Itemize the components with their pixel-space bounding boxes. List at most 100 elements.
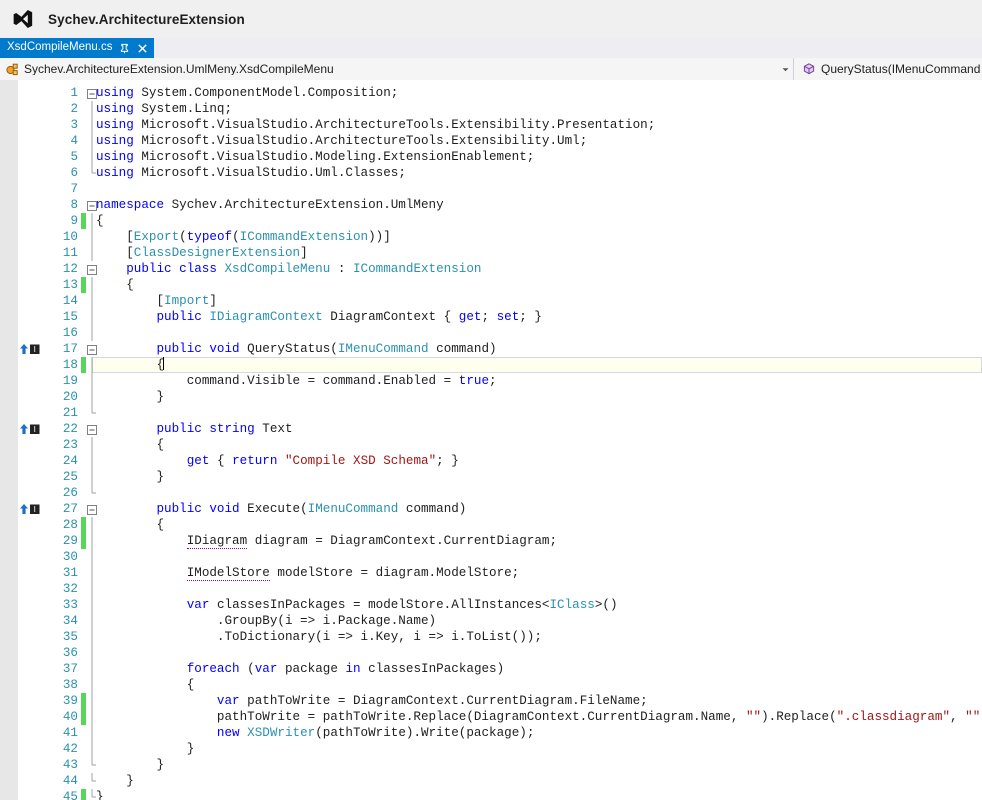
code-line[interactable]: 12 public class XsdCompileMenu : IComman…	[0, 261, 982, 277]
code-text: using Microsoft.VisualStudio.Modeling.Ex…	[96, 149, 534, 165]
code-text	[96, 325, 156, 341]
code-line[interactable]: 42 }	[0, 741, 982, 757]
code-line[interactable]: 31 IModelStore modelStore = diagram.Mode…	[0, 565, 982, 581]
code-line[interactable]: 6using Microsoft.VisualStudio.Uml.Classe…	[0, 165, 982, 181]
line-number: 14	[46, 293, 78, 309]
code-line[interactable]: 40 pathToWrite = pathToWrite.Replace(Dia…	[0, 709, 982, 725]
code-line[interactable]: 35 .ToDictionary(i => i.Key, i => i.ToLi…	[0, 629, 982, 645]
code-text: public class XsdCompileMenu : ICommandEx…	[96, 261, 481, 277]
code-line[interactable]: 13 {	[0, 277, 982, 293]
line-number: 33	[46, 597, 78, 613]
current-line-highlight	[92, 357, 982, 373]
code-line[interactable]: 44 }	[0, 773, 982, 789]
editor-tab-xsdcompilemenu[interactable]: XsdCompileMenu.cs	[0, 38, 154, 58]
code-text: }	[96, 757, 164, 773]
code-text: using System.Linq;	[96, 101, 232, 117]
code-line[interactable]: 28 {	[0, 517, 982, 533]
code-line[interactable]: 18 {	[0, 357, 982, 373]
member-dropdown[interactable]: QueryStatus(IMenuCommand com	[793, 58, 982, 80]
line-number: 23	[46, 437, 78, 453]
code-line[interactable]: I27 public void Execute(IMenuCommand com…	[0, 501, 982, 517]
code-text: public string Text	[96, 421, 293, 437]
code-text	[96, 645, 187, 661]
code-text: }	[96, 469, 164, 485]
code-line[interactable]: 25 }	[0, 469, 982, 485]
code-line[interactable]: 36	[0, 645, 982, 661]
code-line[interactable]: 19 command.Visible = command.Enabled = t…	[0, 373, 982, 389]
line-number: 45	[46, 789, 78, 800]
line-number: 25	[46, 469, 78, 485]
code-line[interactable]: 29 IDiagram diagram = DiagramContext.Cur…	[0, 533, 982, 549]
code-text: command.Visible = command.Enabled = true…	[96, 373, 497, 389]
code-text: pathToWrite = pathToWrite.Replace(Diagra…	[96, 709, 982, 725]
method-icon	[802, 62, 816, 76]
code-line[interactable]: 8namespace Sychev.ArchitectureExtension.…	[0, 197, 982, 213]
line-number: 16	[46, 325, 78, 341]
code-line[interactable]: 39 var pathToWrite = DiagramContext.Curr…	[0, 693, 982, 709]
line-number: 6	[46, 165, 78, 181]
code-line[interactable]: 9{	[0, 213, 982, 229]
code-text: }	[96, 773, 134, 789]
code-line[interactable]: 34 .GroupBy(i => i.Package.Name)	[0, 613, 982, 629]
code-text: namespace Sychev.ArchitectureExtension.U…	[96, 197, 444, 213]
code-text: {	[96, 357, 163, 373]
implements-icon[interactable]: I	[18, 422, 46, 436]
line-number: 17	[46, 341, 78, 357]
close-icon[interactable]	[137, 43, 148, 54]
code-text	[96, 549, 187, 565]
chevron-down-icon[interactable]	[780, 64, 791, 75]
code-line[interactable]: 15 public IDiagramContext DiagramContext…	[0, 309, 982, 325]
line-number: 24	[46, 453, 78, 469]
code-line[interactable]: 30	[0, 549, 982, 565]
svg-text:I: I	[34, 345, 36, 354]
code-line[interactable]: 21	[0, 405, 982, 421]
code-line[interactable]: 11 [ClassDesignerExtension]	[0, 245, 982, 261]
code-text: .GroupBy(i => i.Package.Name)	[96, 613, 436, 629]
code-line[interactable]: 4using Microsoft.VisualStudio.Architectu…	[0, 133, 982, 149]
code-text: .ToDictionary(i => i.Key, i => i.ToList(…	[96, 629, 542, 645]
code-line[interactable]: 45}	[0, 789, 982, 800]
code-line[interactable]: 33 var classesInPackages = modelStore.Al…	[0, 597, 982, 613]
code-line[interactable]: 20 }	[0, 389, 982, 405]
code-editor[interactable]: 1using System.ComponentModel.Composition…	[0, 80, 982, 800]
code-line[interactable]: 41 new XSDWriter(pathToWrite).Write(pack…	[0, 725, 982, 741]
code-line[interactable]: 24 get { return "Compile XSD Schema"; }	[0, 453, 982, 469]
code-line[interactable]: 10 [Export(typeof(ICommandExtension))]	[0, 229, 982, 245]
svg-text:I: I	[34, 425, 36, 434]
code-line[interactable]: I22 public string Text	[0, 421, 982, 437]
text-caret	[163, 357, 164, 370]
line-number: 28	[46, 517, 78, 533]
line-number: 2	[46, 101, 78, 117]
line-number: 19	[46, 373, 78, 389]
title-bar: Sychev.ArchitectureExtension	[0, 0, 982, 38]
code-line[interactable]: 1using System.ComponentModel.Composition…	[0, 85, 982, 101]
line-number: 1	[46, 85, 78, 101]
code-line[interactable]: 14 [Import]	[0, 293, 982, 309]
code-line[interactable]: 23 {	[0, 437, 982, 453]
code-line[interactable]: 37 foreach (var package in classesInPack…	[0, 661, 982, 677]
code-line[interactable]: I17 public void QueryStatus(IMenuCommand…	[0, 341, 982, 357]
code-line[interactable]: 5using Microsoft.VisualStudio.Modeling.E…	[0, 149, 982, 165]
implements-icon[interactable]: I	[18, 342, 46, 356]
code-line[interactable]: 2 using System.Linq;	[0, 101, 982, 117]
line-number: 37	[46, 661, 78, 677]
code-text: {	[96, 677, 194, 693]
line-number: 15	[46, 309, 78, 325]
member-dropdown-value: QueryStatus(IMenuCommand com	[821, 63, 982, 75]
code-line[interactable]: 32	[0, 581, 982, 597]
code-text	[96, 485, 156, 501]
line-number: 13	[46, 277, 78, 293]
code-text: new XSDWriter(pathToWrite).Write(package…	[96, 725, 534, 741]
line-number: 32	[46, 581, 78, 597]
implements-icon[interactable]: I	[18, 502, 46, 516]
code-line[interactable]: 43 }	[0, 757, 982, 773]
code-line[interactable]: 38 {	[0, 677, 982, 693]
pin-icon[interactable]	[119, 43, 130, 54]
code-line[interactable]: 7	[0, 181, 982, 197]
code-line[interactable]: 26	[0, 485, 982, 501]
code-line[interactable]: 3using Microsoft.VisualStudio.Architectu…	[0, 117, 982, 133]
code-line[interactable]: 16	[0, 325, 982, 341]
code-text: {	[96, 437, 164, 453]
line-number: 30	[46, 549, 78, 565]
type-dropdown[interactable]: Sychev.ArchitectureExtension.UmlMeny.Xsd…	[0, 58, 793, 80]
